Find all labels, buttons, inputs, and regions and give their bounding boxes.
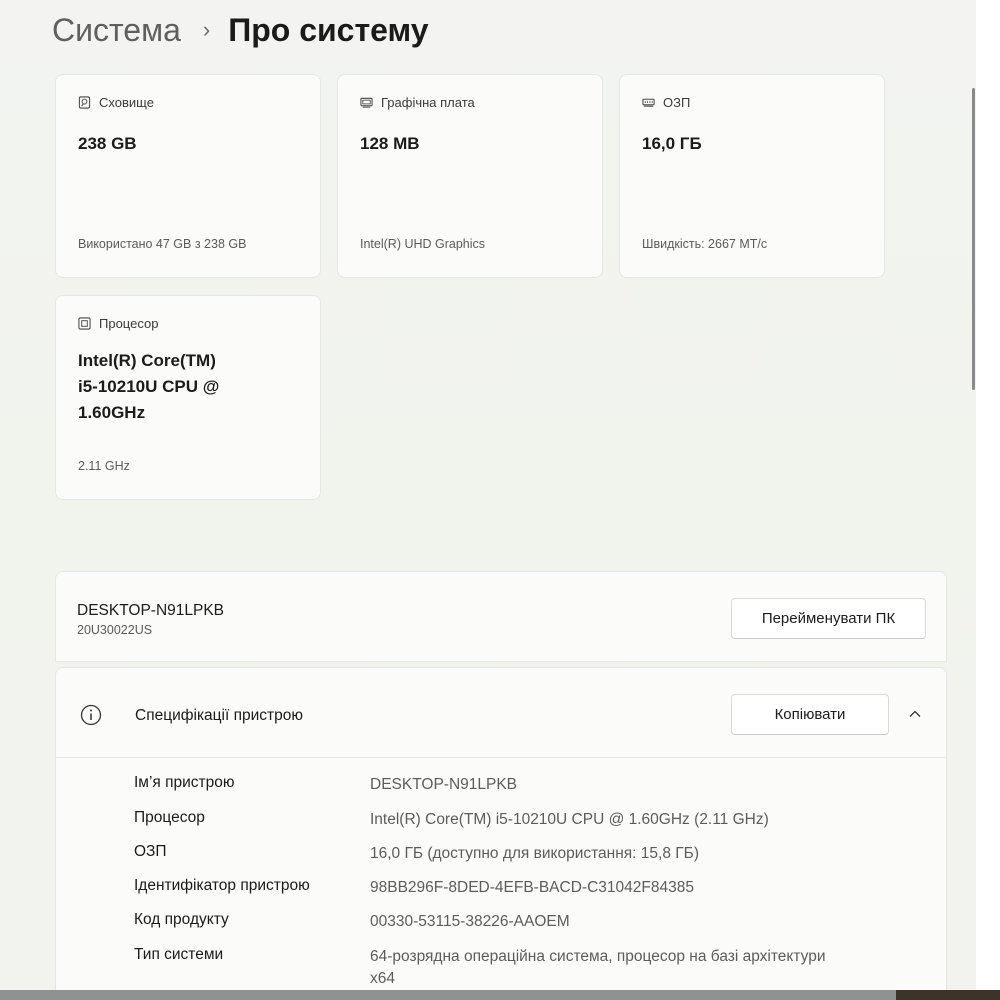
specs-header[interactable]: Специфікації пристрою Копіювати (56, 668, 946, 758)
spec-value: 64-розрядна операційна система, процесор… (370, 948, 826, 987)
processor-value-line: Intel(R) Core(TM) (78, 351, 216, 370)
storage-value: 238 GB (78, 134, 137, 153)
spec-label: Код продукту (134, 911, 229, 928)
spec-value: DESKTOP-N91LPKB (370, 776, 518, 793)
specs-title: Специфікації пристрою (135, 707, 304, 724)
processor-detail: 2.11 GHz (78, 459, 130, 473)
processor-value-line: 1.60GHz (78, 403, 146, 422)
spec-value: 00330-53115-38226-AAOEM (370, 913, 570, 930)
taskbar-edge (0, 990, 1000, 1000)
spec-value: 98BB296F-8DED-4EFB-BACD-C31042F84385 (370, 879, 694, 896)
ram-value: 16,0 ГБ (642, 134, 702, 153)
breadcrumb-separator: › (202, 17, 211, 42)
graphics-card-icon (360, 97, 373, 108)
spec-value: Intel(R) Core(TM) i5-10210U CPU @ 1.60GH… (370, 811, 769, 828)
device-name-row: DESKTOP-N91LPKB 20U30022US Перейменувати… (55, 571, 947, 662)
device-model: 20U30022US (77, 623, 153, 637)
scrollbar-thumb[interactable] (972, 88, 975, 390)
copy-button[interactable]: Копіювати (731, 694, 889, 735)
rename-pc-button[interactable]: Перейменувати ПК (731, 598, 926, 639)
spec-label: Ім’я пристрою (134, 774, 235, 791)
storage-label: Сховище (99, 95, 154, 110)
spec-label: Процесор (134, 809, 205, 826)
breadcrumb-system[interactable]: Система (52, 12, 181, 49)
graphics-card: Графічна плата 128 MB Intel(R) UHD Graph… (337, 74, 603, 278)
processor-value: Intel(R) Core(TM) i5-10210U CPU @ 1.60GH… (78, 348, 219, 426)
about-page: Система › Про систему Сховище 238 GB Вик… (0, 0, 976, 990)
ram-detail: Швидкість: 2667 МТ/с (642, 237, 768, 251)
processor-icon (78, 317, 91, 330)
info-icon (80, 704, 102, 726)
processor-label: Процесор (99, 316, 159, 331)
spec-value: 16,0 ГБ (доступно для використання: 15,8… (370, 845, 699, 862)
storage-detail: Використано 47 GB з 238 GB (78, 237, 247, 251)
ram-label: ОЗП (663, 95, 691, 110)
storage-icon (78, 96, 91, 109)
chevron-up-icon[interactable] (908, 707, 922, 721)
storage-card: Сховище 238 GB Використано 47 GB з 238 G… (55, 74, 321, 278)
spec-label: Ідентифікатор пристрою (134, 877, 310, 894)
ram-icon (642, 98, 655, 107)
processor-value-line: i5-10210U CPU @ (78, 377, 220, 396)
processor-card: Процесор Intel(R) Core(TM) i5-10210U CPU… (55, 295, 321, 500)
spec-label: Тип системи (134, 946, 224, 963)
graphics-detail: Intel(R) UHD Graphics (360, 237, 486, 251)
page-title: Про систему (228, 11, 429, 48)
device-name: DESKTOP-N91LPKB (77, 602, 225, 619)
breadcrumb: Система › Про систему (52, 8, 429, 52)
spec-label: ОЗП (134, 843, 167, 860)
graphics-label: Графічна плата (381, 95, 475, 110)
ram-card: ОЗП 16,0 ГБ Швидкість: 2667 МТ/с (619, 74, 885, 278)
right-gutter (976, 0, 1000, 990)
graphics-value: 128 MB (360, 134, 420, 153)
